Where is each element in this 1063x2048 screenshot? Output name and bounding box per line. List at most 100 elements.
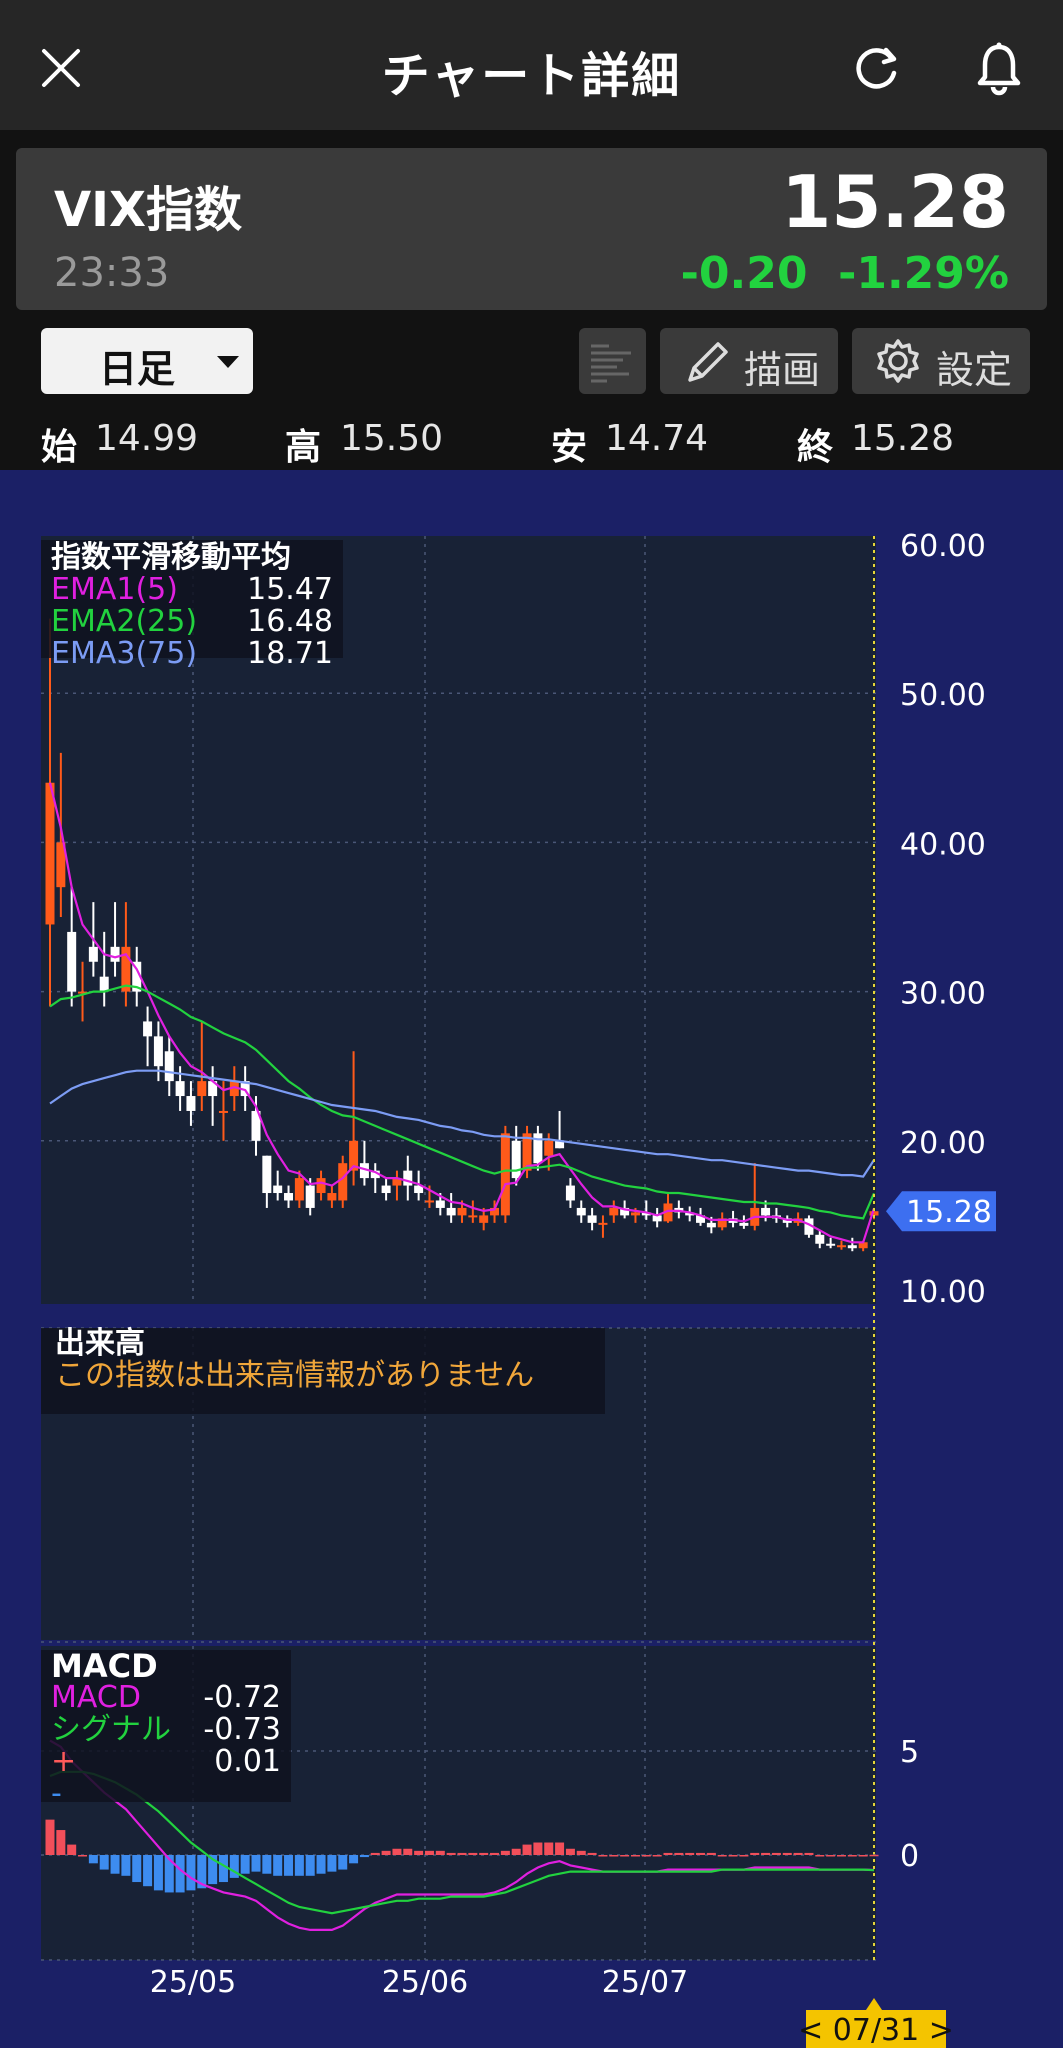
candle-body: [67, 931, 77, 992]
macd-histogram-bar: [218, 1855, 228, 1883]
price-axis-label: 60.00: [900, 529, 986, 564]
chart-area[interactable]: 60.00 50.00 40.00 30.00 20.00 10.00 25/05 25/06…: [0, 470, 1063, 2048]
candle-body: [468, 1215, 478, 1218]
signal-value: -0.73: [203, 1712, 281, 1747]
close-label: 終: [797, 427, 834, 468]
bell-icon[interactable]: [964, 33, 1034, 103]
candle-body: [327, 1193, 337, 1201]
macd-legend-title: MACD: [51, 1647, 158, 1685]
macd-histogram-bar: [294, 1855, 304, 1876]
macd-histogram-bar: [511, 1848, 521, 1855]
candle-body: [500, 1133, 510, 1216]
current-price: 15.28: [781, 160, 1009, 244]
volume-legend: 出来高 この指数は出来高情報がありません: [41, 1328, 605, 1414]
candle-body: [316, 1178, 326, 1194]
board-button[interactable]: [579, 328, 646, 394]
candle-body: [576, 1207, 586, 1216]
change-value: -0.20: [680, 248, 808, 299]
candle-body: [186, 1096, 196, 1111]
macd-histogram-bar: [576, 1850, 586, 1855]
macd-histogram-bar: [392, 1848, 402, 1855]
caret-down-icon: [217, 356, 239, 368]
macd-histogram-bar: [316, 1855, 326, 1874]
macd-histogram-bar: [847, 1855, 857, 1857]
candle-body: [435, 1200, 445, 1208]
macd-histogram-bar: [110, 1855, 120, 1874]
candle-body: [739, 1222, 749, 1226]
draw-label: 描画: [744, 348, 821, 392]
macd-histogram-bar: [490, 1852, 500, 1855]
ema-legend-row: EMA1(5) 15.47: [51, 574, 333, 606]
candle-body: [153, 1036, 163, 1067]
macd-histogram-bar: [143, 1855, 153, 1887]
candle-body: [218, 1110, 228, 1113]
candle-body: [197, 1081, 207, 1097]
price-axis-label: 50.00: [900, 678, 986, 713]
ema1-value: 15.47: [247, 572, 333, 607]
candle-body: [815, 1234, 825, 1244]
price-axis-label: 20.00: [900, 1126, 986, 1161]
macd-histogram-bar: [457, 1852, 467, 1855]
macd-histogram-bar: [782, 1852, 792, 1855]
low-label: 安: [551, 427, 588, 468]
candle-body: [826, 1243, 836, 1246]
macd-legend-row: MACD -0.72: [51, 1682, 281, 1714]
macd-histogram-bar: [338, 1855, 348, 1870]
macd-histogram-bar: [815, 1855, 825, 1857]
candle-body: [424, 1200, 434, 1203]
macd-histogram-bar: [175, 1855, 185, 1893]
macd-histogram-bar: [349, 1855, 359, 1864]
chart-canvas[interactable]: 60.00 50.00 40.00 30.00 20.00 10.00 25/05 25/06…: [0, 470, 1063, 2048]
candle-body: [284, 1193, 294, 1201]
draw-button[interactable]: 描画: [660, 328, 838, 394]
candle-body: [836, 1245, 846, 1248]
low-value: 14.74: [605, 418, 709, 459]
candle-body: [598, 1222, 608, 1225]
macd-histogram-bar: [555, 1842, 565, 1855]
reload-icon[interactable]: [842, 33, 912, 103]
candle-body: [706, 1222, 716, 1228]
hist-minus-name: -: [51, 1776, 62, 1811]
macd-histogram-bar: [305, 1855, 315, 1876]
candle-body: [262, 1155, 272, 1194]
macd-histogram-bar: [468, 1852, 478, 1855]
candle-body: [175, 1081, 185, 1097]
candle-body: [305, 1185, 315, 1208]
candle-body: [587, 1215, 597, 1223]
high-value: 15.50: [340, 418, 444, 459]
macd-histogram-bar: [56, 1830, 66, 1855]
date-axis-label: 25/07: [602, 1965, 688, 2000]
hist-plus-value: 0.01: [214, 1744, 281, 1779]
macd-histogram-bar: [186, 1855, 196, 1891]
macd-histogram-bar: [630, 1855, 640, 1857]
gear-icon: [877, 339, 919, 383]
candle-body: [511, 1140, 521, 1179]
macd-axis-label: 5: [900, 1735, 919, 1770]
macd-histogram-bar: [403, 1848, 413, 1855]
settings-button[interactable]: 設定: [852, 328, 1030, 394]
ema2-value: 16.48: [247, 604, 333, 639]
macd-legend: MACD MACD -0.72 シグナル -0.73 +0.01 -: [41, 1647, 291, 1810]
macd-histogram-bar: [663, 1852, 673, 1855]
macd-histogram-bar: [251, 1855, 261, 1872]
ema1-name: EMA1(5): [51, 572, 178, 607]
macd-histogram-bar: [728, 1855, 738, 1857]
macd-histogram-bar: [381, 1850, 391, 1855]
candle-body: [338, 1163, 348, 1201]
quote-time: 23:33: [54, 250, 170, 296]
candle-body: [609, 1207, 619, 1216]
candle-body: [565, 1185, 575, 1201]
open-value: 14.99: [95, 418, 199, 459]
macd-histogram-bar: [544, 1842, 554, 1855]
macd-histogram-bar: [858, 1855, 868, 1857]
macd-histogram-bar: [641, 1855, 651, 1857]
candle-body: [544, 1140, 554, 1156]
macd-histogram-bar: [414, 1850, 424, 1855]
macd-histogram-bar: [533, 1842, 543, 1855]
macd-histogram-bar: [479, 1852, 489, 1855]
macd-histogram-bar: [793, 1852, 803, 1855]
period-select[interactable]: 日足: [41, 328, 253, 394]
quote-card: VIX指数 23:33 15.28 -0.20 -1.29%: [16, 148, 1047, 310]
settings-label: 設定: [936, 348, 1013, 392]
macd-histogram-bar: [262, 1855, 272, 1874]
